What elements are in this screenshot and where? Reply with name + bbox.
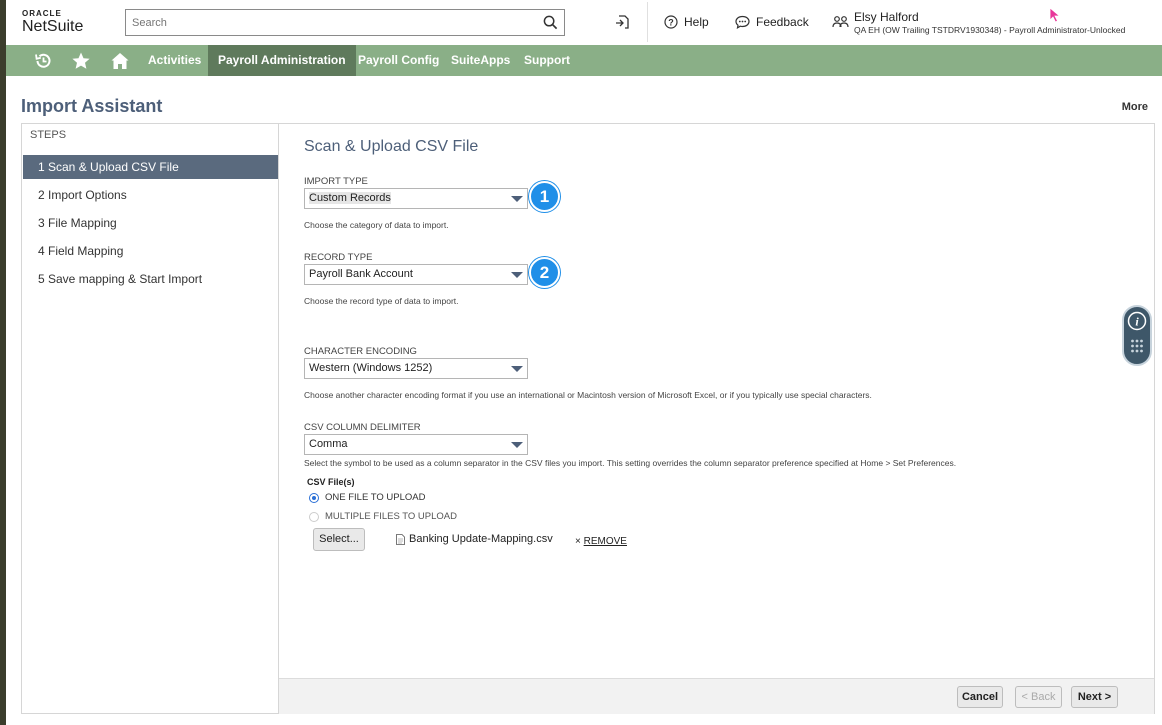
help-label: Help: [684, 15, 709, 29]
feedback-icon: [735, 15, 750, 29]
floating-help-widget[interactable]: i: [1122, 305, 1152, 366]
cancel-button[interactable]: Cancel: [957, 686, 1003, 708]
radio-one-file-input[interactable]: [309, 492, 319, 503]
feedback-link[interactable]: Feedback: [735, 15, 809, 29]
uploaded-file: Banking Update-Mapping.csv: [396, 533, 553, 545]
chevron-down-icon: [511, 442, 523, 448]
apps-grid-icon[interactable]: [1130, 338, 1144, 358]
search-icon[interactable]: [543, 15, 558, 30]
delimiter-label: CSV COLUMN DELIMITER: [304, 422, 421, 433]
nav-support[interactable]: Support: [514, 45, 580, 76]
file-icon: [396, 533, 405, 545]
import-type-select[interactable]: Custom Records: [304, 188, 528, 209]
user-name[interactable]: Elsy Halford: [854, 10, 919, 24]
remove-x-icon: ×: [575, 536, 581, 547]
csv-files-label: CSV File(s): [307, 477, 355, 487]
footer-bar: Cancel < Back Next >: [279, 678, 1154, 714]
step-badge-1: 1: [529, 181, 560, 212]
chevron-down-icon: [511, 196, 523, 202]
home-icon[interactable]: [110, 51, 130, 71]
header-divider: [647, 2, 648, 42]
nav-payroll-config[interactable]: Payroll Config: [348, 45, 449, 76]
page-title: Import Assistant: [21, 96, 163, 116]
radio-one-file[interactable]: ONE FILE TO UPLOAD: [309, 492, 425, 503]
help-icon: ?: [664, 15, 678, 29]
encoding-select[interactable]: Western (Windows 1252): [304, 358, 528, 379]
record-type-help: Choose the record type of data to import…: [304, 296, 459, 306]
feedback-label: Feedback: [756, 15, 809, 29]
step-file-mapping[interactable]: 3 File Mapping: [23, 211, 278, 235]
svg-text:i: i: [1135, 315, 1139, 329]
header: ORACLE NetSuite ? Help: [6, 0, 1162, 44]
global-search[interactable]: [125, 9, 565, 36]
delimiter-select[interactable]: Comma: [304, 434, 528, 455]
import-type-value: Custom Records: [309, 192, 391, 204]
step-badge-2: 2: [529, 257, 560, 288]
record-type-label: RECORD TYPE: [304, 252, 373, 263]
encoding-value: Western (Windows 1252): [309, 362, 433, 374]
user-role: QA EH (OW Trailing TSTDRV1930348) - Payr…: [854, 25, 1126, 35]
role-switch-icon[interactable]: [832, 15, 849, 30]
remove-file-link[interactable]: × REMOVE: [575, 536, 627, 547]
logo-top-text: ORACLE: [22, 9, 62, 18]
radio-multiple-files[interactable]: MULTIPLE FILES TO UPLOAD: [309, 511, 457, 522]
remove-label: REMOVE: [583, 536, 627, 547]
section-title: Scan & Upload CSV File: [304, 138, 479, 155]
record-type-select[interactable]: Payroll Bank Account: [304, 264, 528, 285]
file-name-text: Banking Update-Mapping.csv: [409, 533, 553, 545]
chevron-down-icon: [511, 366, 523, 372]
encoding-help: Choose another character encoding format…: [304, 390, 872, 400]
back-button[interactable]: < Back: [1015, 686, 1062, 708]
step-import-options[interactable]: 2 Import Options: [23, 183, 278, 207]
app-window: ORACLE NetSuite ? Help: [6, 0, 1162, 725]
steps-header: STEPS: [30, 129, 67, 141]
recent-history-icon[interactable]: [33, 51, 53, 71]
radio-multiple-files-label: MULTIPLE FILES TO UPLOAD: [325, 511, 457, 522]
delimiter-help: Select the symbol to be used as a column…: [304, 458, 957, 468]
step-field-mapping[interactable]: 4 Field Mapping: [23, 239, 278, 263]
steps-panel: STEPS 1 Scan & Upload CSV File 2 Import …: [21, 123, 279, 714]
import-type-label: IMPORT TYPE: [304, 176, 368, 187]
nav-suiteapps[interactable]: SuiteApps: [441, 45, 520, 76]
recent-records-icon[interactable]: [614, 14, 630, 30]
mouse-cursor-icon: [1049, 7, 1061, 23]
select-file-button[interactable]: Select...: [313, 528, 365, 551]
main-navbar: Activities Payroll Administration Payrol…: [6, 45, 1162, 76]
chevron-down-icon: [511, 272, 523, 278]
more-link[interactable]: More: [1122, 101, 1148, 113]
radio-multiple-files-input[interactable]: [309, 511, 319, 522]
next-button[interactable]: Next >: [1071, 686, 1118, 708]
import-type-help: Choose the category of data to import.: [304, 220, 449, 230]
record-type-value: Payroll Bank Account: [309, 268, 413, 280]
delimiter-value: Comma: [309, 438, 348, 450]
nav-activities[interactable]: Activities: [138, 45, 211, 76]
search-input[interactable]: [126, 10, 526, 35]
step-save-mapping[interactable]: 5 Save mapping & Start Import: [23, 267, 278, 291]
step-scan-upload[interactable]: 1 Scan & Upload CSV File: [23, 155, 278, 179]
radio-one-file-label: ONE FILE TO UPLOAD: [325, 492, 426, 503]
netsuite-logo[interactable]: ORACLE NetSuite: [22, 9, 102, 37]
nav-payroll-administration[interactable]: Payroll Administration: [208, 45, 356, 76]
svg-text:?: ?: [668, 18, 674, 28]
help-link[interactable]: ? Help: [664, 15, 709, 29]
logo-main-text: NetSuite: [22, 18, 84, 35]
encoding-label: CHARACTER ENCODING: [304, 346, 417, 357]
favorites-star-icon[interactable]: [71, 51, 91, 71]
info-icon[interactable]: i: [1127, 311, 1147, 331]
main-panel: Scan & Upload CSV File IMPORT TYPE Custo…: [279, 123, 1155, 714]
